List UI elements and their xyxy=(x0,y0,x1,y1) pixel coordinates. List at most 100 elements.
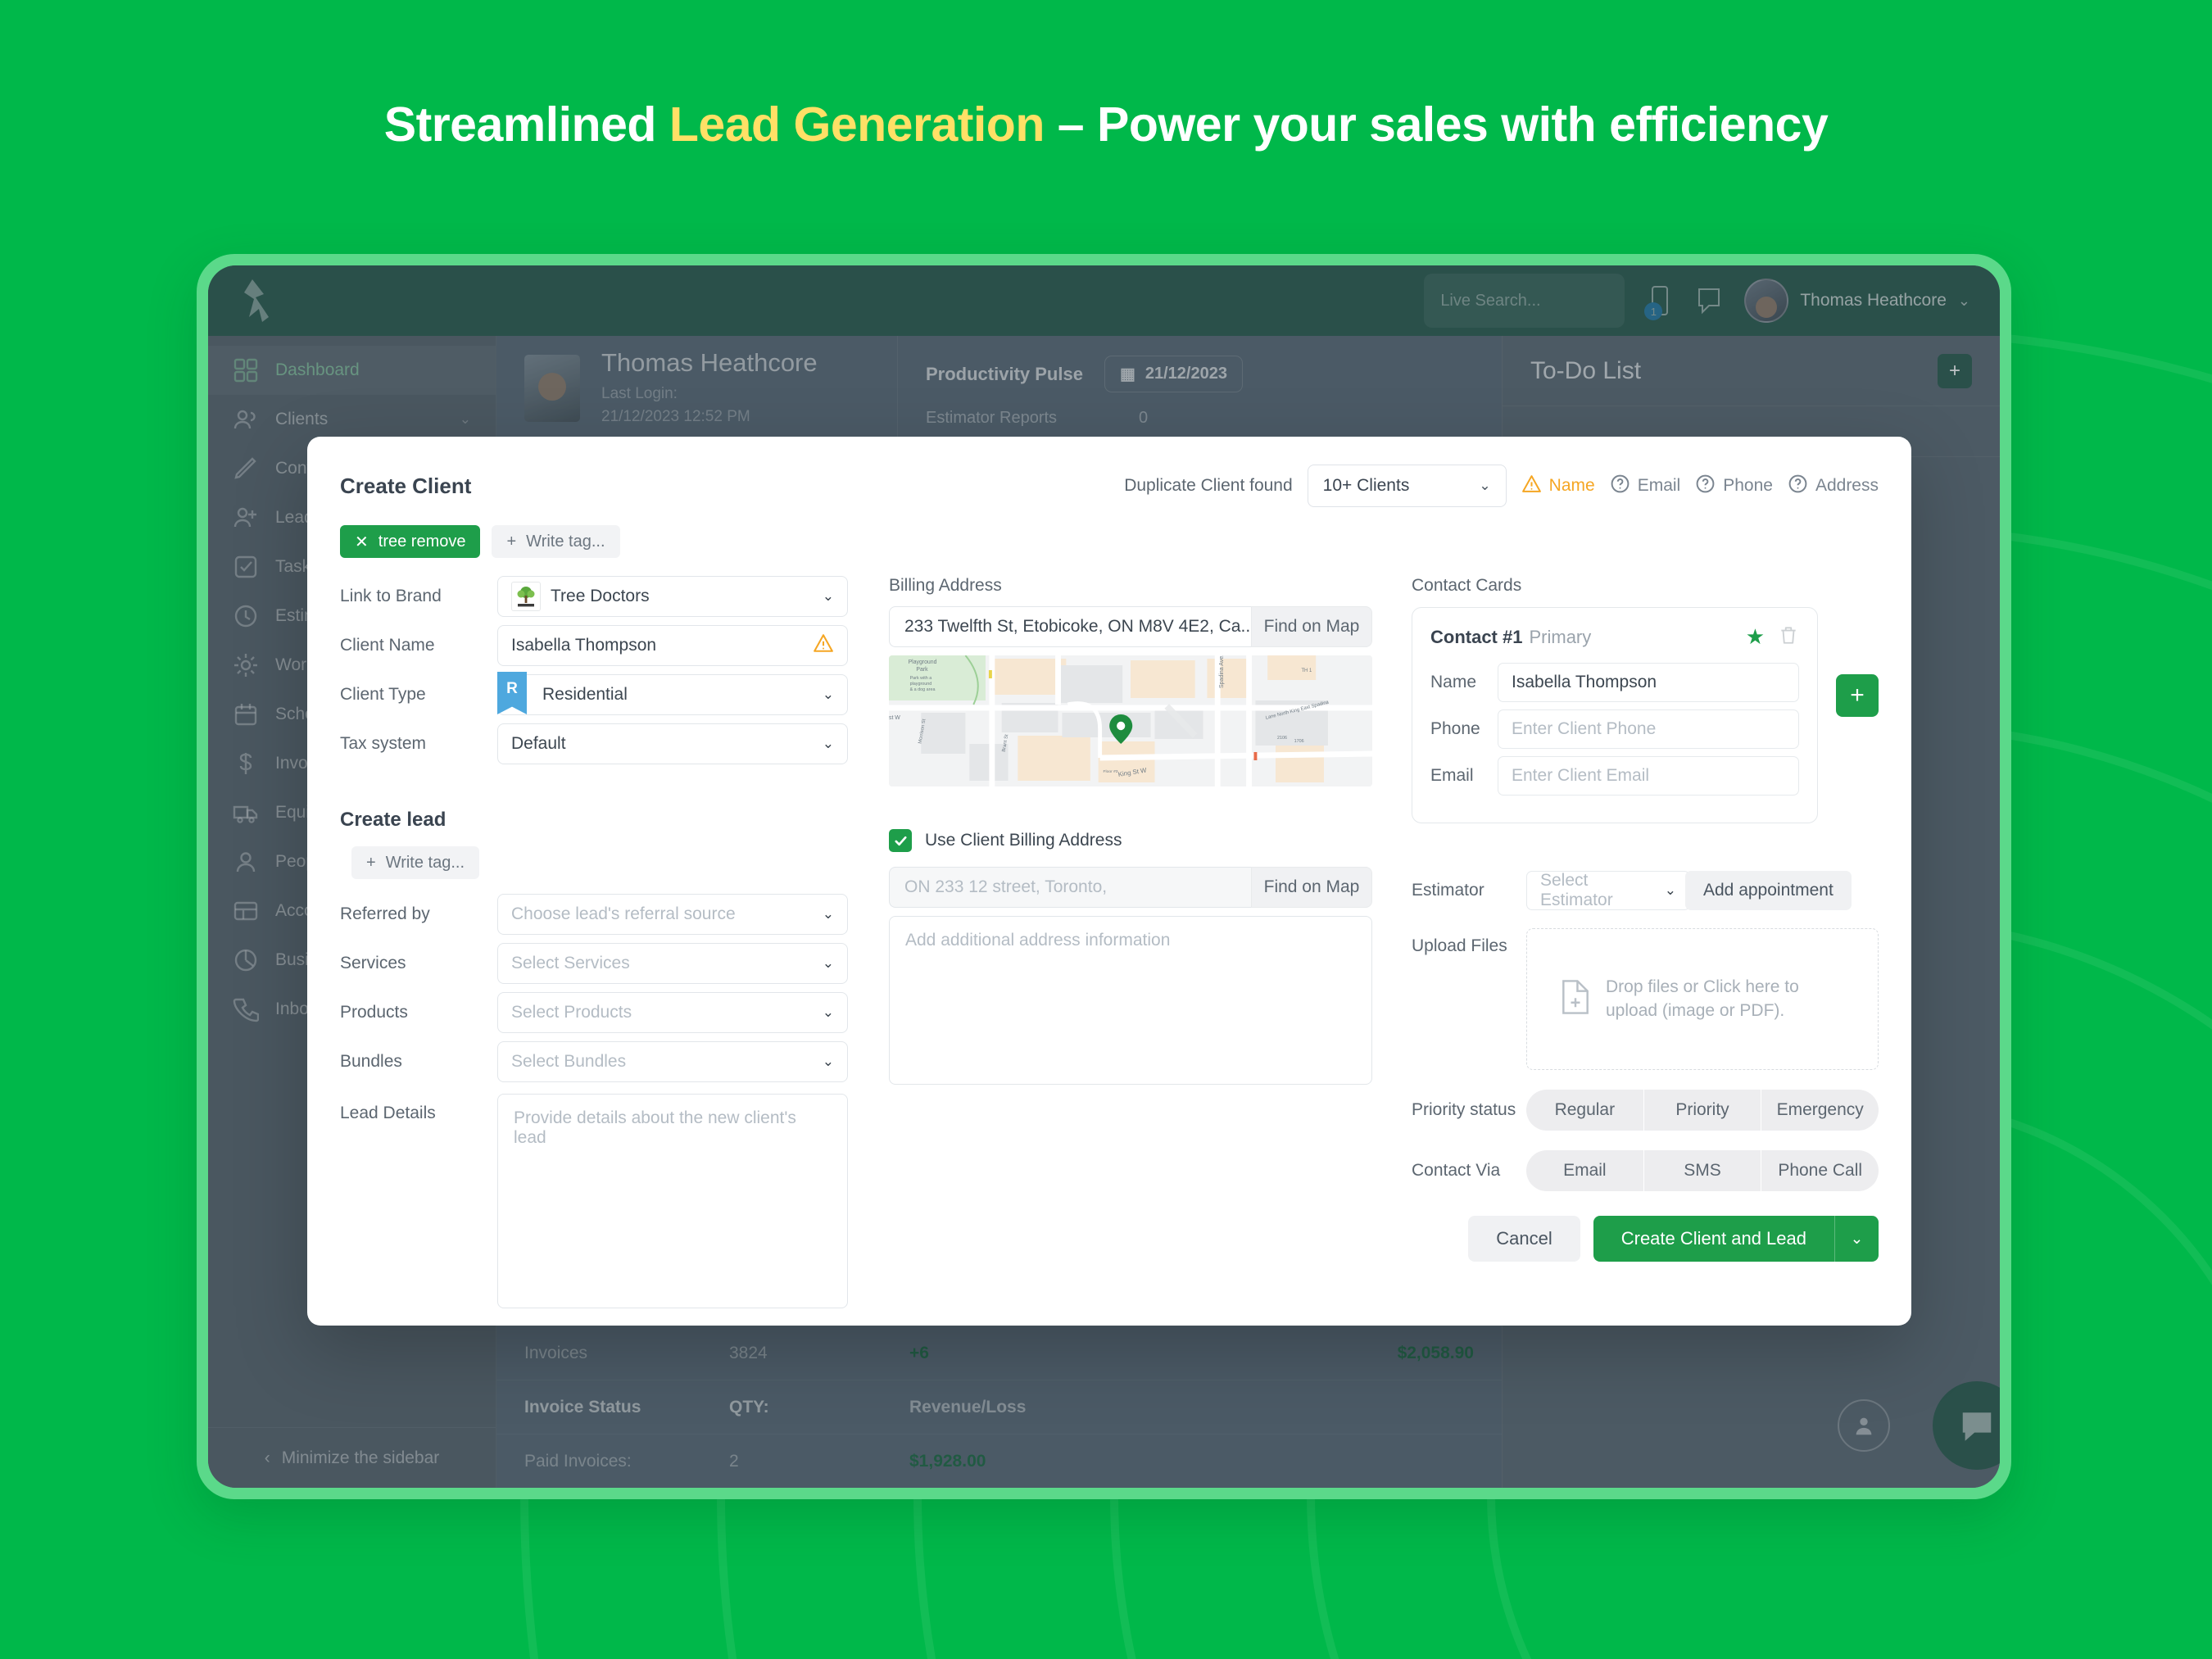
warning-triangle-icon[interactable] xyxy=(813,632,834,659)
client-type-select[interactable]: R Residential ⌄ xyxy=(497,674,848,715)
field-tax-system: Tax system Default ⌄ xyxy=(340,723,848,764)
bundles-placeholder: Select Bundles xyxy=(511,1052,626,1072)
contact-via-label: Contact Via xyxy=(1412,1161,1526,1181)
cancel-button[interactable]: Cancel xyxy=(1468,1216,1580,1262)
contact-primary-label: Primary xyxy=(1529,627,1591,648)
svg-text:Park with a: Park with a xyxy=(910,676,933,681)
chevron-down-icon: ⌄ xyxy=(823,955,834,972)
products-select[interactable]: Select Products ⌄ xyxy=(497,992,848,1033)
field-label: Email xyxy=(1430,766,1498,786)
upload-label: Upload Files xyxy=(1412,928,1526,1070)
file-dropzone[interactable]: Drop files or Click here to upload (imag… xyxy=(1526,928,1879,1070)
field-link-to-brand: Link to Brand Tree Doctors ⌄ xyxy=(340,576,848,617)
tax-system-select[interactable]: Default ⌄ xyxy=(497,723,848,764)
star-icon[interactable]: ★ xyxy=(1746,624,1765,650)
address-notes-textarea[interactable]: Add additional address information xyxy=(889,916,1372,1085)
bundles-select[interactable]: Select Bundles ⌄ xyxy=(497,1041,848,1082)
billing-address-label: Billing Address xyxy=(889,576,1372,596)
contact-number: Contact #1 xyxy=(1430,627,1522,648)
priority-option-emergency[interactable]: Emergency xyxy=(1761,1090,1879,1131)
client-name-input[interactable]: Isabella Thompson xyxy=(497,625,848,666)
duplicate-chip-email[interactable]: Email xyxy=(1610,474,1681,499)
referred-by-select[interactable]: Choose lead's referral source ⌄ xyxy=(497,894,848,935)
field-label: Lead Details xyxy=(340,1094,497,1308)
contact-field-name: Name Isabella Thompson xyxy=(1430,663,1799,702)
checkbox-checked-icon[interactable] xyxy=(889,829,912,852)
submit-button-group: Create Client and Lead ⌄ xyxy=(1593,1216,1879,1262)
chevron-down-icon: ⌄ xyxy=(823,906,834,922)
duplicate-chip-name[interactable]: Name xyxy=(1521,474,1595,499)
create-lead-title: Create lead xyxy=(340,809,848,832)
client-form-column: Link to Brand Tree Doctors ⌄ Client Name… xyxy=(340,576,848,1326)
headline-part2: – Power your sales with efficiency xyxy=(1045,97,1828,152)
add-tag-label: Write tag... xyxy=(526,533,605,551)
field-label: Link to Brand xyxy=(340,587,497,606)
service-find-on-map-button[interactable]: Find on Map xyxy=(1251,867,1372,908)
field-products: Products Select Products ⌄ xyxy=(340,992,848,1033)
priority-status-row: Priority status Regular Priority Emergen… xyxy=(1412,1090,1879,1131)
duplicate-chip-address[interactable]: Address xyxy=(1788,474,1879,499)
add-tag-label: Write tag... xyxy=(386,854,465,873)
add-contact-card-button[interactable]: + xyxy=(1836,674,1879,717)
close-icon[interactable]: ✕ xyxy=(355,532,369,552)
duplicate-chip-phone[interactable]: Phone xyxy=(1695,474,1773,499)
submit-dropdown-button[interactable]: ⌄ xyxy=(1834,1216,1879,1262)
estimator-select[interactable]: Select Estimator ⌄ xyxy=(1526,871,1690,910)
chevron-down-icon: ⌄ xyxy=(823,588,834,605)
estimator-row: Estimator Select Estimator ⌄ Add appoint… xyxy=(1412,871,1879,910)
map-traffic-light-2 xyxy=(1253,752,1257,760)
contact-via-option-phone-call[interactable]: Phone Call xyxy=(1761,1150,1879,1191)
question-circle-icon xyxy=(1695,474,1716,499)
priority-option-priority[interactable]: Priority xyxy=(1644,1090,1762,1131)
field-label: Products xyxy=(340,1003,497,1022)
billing-address-input[interactable]: 233 Twelfth St, Etobicoke, ON M8V 4E2, C… xyxy=(889,606,1251,647)
field-client-type: Client Type R Residential ⌄ xyxy=(340,674,848,715)
service-address-input[interactable]: ON 233 12 street, Toronto, xyxy=(889,867,1251,908)
contact-email-input[interactable]: Enter Client Email xyxy=(1498,756,1799,796)
field-label: Client Name xyxy=(340,636,497,655)
client-tag-tree-remove[interactable]: ✕ tree remove xyxy=(340,525,480,558)
modal-title: Create Client xyxy=(340,474,471,499)
create-client-and-lead-button[interactable]: Create Client and Lead xyxy=(1593,1216,1834,1262)
client-add-tag-button[interactable]: + Write tag... xyxy=(492,525,619,558)
contact-via-option-email[interactable]: Email xyxy=(1526,1150,1644,1191)
contact-cards-wrap: Contact #1 Primary ★ Name Isabella Thomp… xyxy=(1412,607,1879,823)
upload-row: Upload Files Drop files or Click here to… xyxy=(1412,928,1879,1070)
trash-icon[interactable] xyxy=(1778,624,1799,650)
service-address-row: ON 233 12 street, Toronto, Find on Map xyxy=(889,867,1372,908)
contact-card-header: Contact #1 Primary ★ xyxy=(1430,624,1799,650)
modal-grid: Link to Brand Tree Doctors ⌄ Client Name… xyxy=(340,576,1879,1326)
services-select[interactable]: Select Services ⌄ xyxy=(497,943,848,984)
priority-option-regular[interactable]: Regular xyxy=(1526,1090,1644,1131)
chevron-down-icon: ⌄ xyxy=(823,1004,834,1021)
billing-find-on-map-button[interactable]: Find on Map xyxy=(1251,606,1372,647)
use-billing-address-row[interactable]: Use Client Billing Address xyxy=(889,829,1372,852)
map-label-stw: st W xyxy=(889,715,900,721)
svg-text:1706: 1706 xyxy=(1294,739,1304,744)
plus-icon: + xyxy=(506,533,516,551)
contact-phone-input[interactable]: Enter Client Phone xyxy=(1498,709,1799,749)
duplicate-clients-select[interactable]: 10+ Clients ⌄ xyxy=(1308,465,1507,507)
headline-accent: Lead Generation xyxy=(669,97,1045,152)
lead-add-tag-button[interactable]: + Write tag... xyxy=(351,846,479,879)
field-lead-details: Lead Details Provide details about the n… xyxy=(340,1094,848,1308)
svg-text:Spadina Ave.: Spadina Ave. xyxy=(1219,655,1225,688)
estimator-placeholder: Select Estimator xyxy=(1540,871,1665,910)
field-label: Client Type xyxy=(340,685,497,705)
contact-via-option-sms[interactable]: SMS xyxy=(1644,1150,1762,1191)
field-bundles: Bundles Select Bundles ⌄ xyxy=(340,1041,848,1082)
lead-details-textarea[interactable]: Provide details about the new client's l… xyxy=(497,1094,848,1308)
tree-doctors-logo-icon xyxy=(511,582,541,611)
client-name-value: Isabella Thompson xyxy=(511,636,656,655)
contact-name-input[interactable]: Isabella Thompson xyxy=(1498,663,1799,702)
chevron-down-icon: ⌄ xyxy=(1665,882,1676,899)
billing-address-map[interactable]: Playground Park Park with a playground &… xyxy=(889,655,1372,786)
brand-select[interactable]: Tree Doctors ⌄ xyxy=(497,576,848,617)
contact-card-1: Contact #1 Primary ★ Name Isabella Thomp… xyxy=(1412,607,1818,823)
add-appointment-button[interactable]: Add appointment xyxy=(1685,871,1852,910)
estimator-label: Estimator xyxy=(1412,881,1526,900)
contact-cards-title: Contact Cards xyxy=(1412,576,1879,596)
duplicate-client-group: Duplicate Client found 10+ Clients ⌄ Nam… xyxy=(1124,465,1879,507)
tag-label: tree remove xyxy=(378,533,466,551)
billing-address-row: 233 Twelfth St, Etobicoke, ON M8V 4E2, C… xyxy=(889,606,1372,647)
